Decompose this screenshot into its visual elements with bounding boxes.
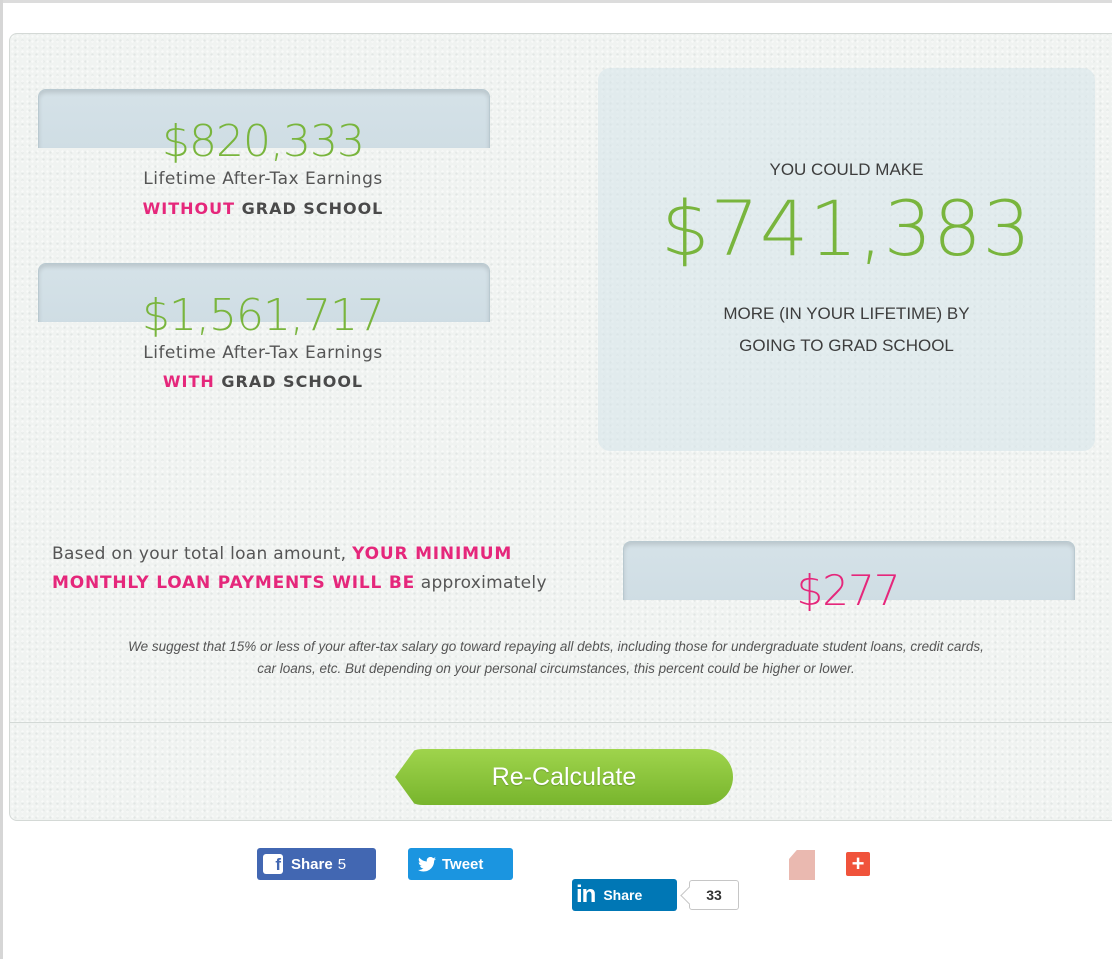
loan-intro: Based on your total loan amount,: [52, 544, 353, 564]
loan-payment-text: Based on your total loan amount, YOUR MI…: [52, 540, 622, 598]
difference-heading: YOU COULD MAKE: [769, 160, 924, 179]
facebook-share-count: 5: [337, 855, 347, 873]
facebook-icon: f: [263, 854, 283, 874]
with-rest: GRAD SCHOOL: [214, 372, 364, 391]
loan-highlight-1: YOUR MINIMUM: [352, 544, 513, 564]
facebook-share-label: Share: [291, 855, 333, 873]
without-emphasis: WITHOUT: [142, 199, 236, 218]
without-earnings-caption: Lifetime After-Tax Earnings: [143, 169, 383, 189]
loan-payment-amount: $277: [796, 566, 901, 615]
linkedin-share-button[interactable]: in Share: [572, 879, 677, 911]
with-earnings-label: WITH GRAD SCHOOL: [38, 370, 488, 394]
page-copy-icon[interactable]: [789, 850, 815, 880]
lifetime-difference-box: YOU COULD MAKE $741,383 MORE (IN YOUR LI…: [598, 68, 1095, 451]
difference-line-1: MORE (IN YOUR LIFETIME) BY: [723, 304, 970, 323]
linkedin-share-count: 33: [689, 880, 739, 910]
add-share-icon[interactable]: +: [846, 852, 870, 876]
left-border: [0, 0, 3, 959]
difference-amount: $741,383: [661, 184, 1032, 273]
loan-highlight-2: MONTHLY LOAN PAYMENTS WILL BE: [52, 573, 416, 593]
with-emphasis: WITH: [162, 372, 215, 391]
suggestion-note: We suggest that 15% or less of your afte…: [0, 636, 1112, 680]
without-earnings-amount: $820,333: [162, 116, 365, 167]
loan-suffix: approximately: [415, 573, 547, 593]
recalculate-button[interactable]: Re-Calculate: [395, 749, 733, 805]
tweet-button[interactable]: Tweet: [408, 848, 513, 880]
suggestion-line-2: car loans, etc. But depending on your pe…: [257, 661, 855, 676]
without-earnings-label: WITHOUT GRAD SCHOOL: [38, 197, 488, 221]
without-rest: GRAD SCHOOL: [235, 199, 384, 218]
linkedin-icon: in: [576, 881, 596, 908]
twitter-bird-icon: [418, 856, 436, 872]
divider: [9, 722, 1112, 723]
linkedin-share-label: Share: [603, 887, 643, 903]
tweet-label: Tweet: [442, 855, 484, 873]
top-border: [0, 0, 1112, 3]
difference-line-2: GOING TO GRAD SCHOOL: [739, 336, 954, 355]
with-earnings-amount: $1,561,717: [142, 290, 385, 341]
with-earnings-caption: Lifetime After-Tax Earnings: [143, 343, 383, 363]
facebook-share-button[interactable]: f Share 5: [257, 848, 376, 880]
suggestion-line-1: We suggest that 15% or less of your afte…: [128, 639, 984, 654]
